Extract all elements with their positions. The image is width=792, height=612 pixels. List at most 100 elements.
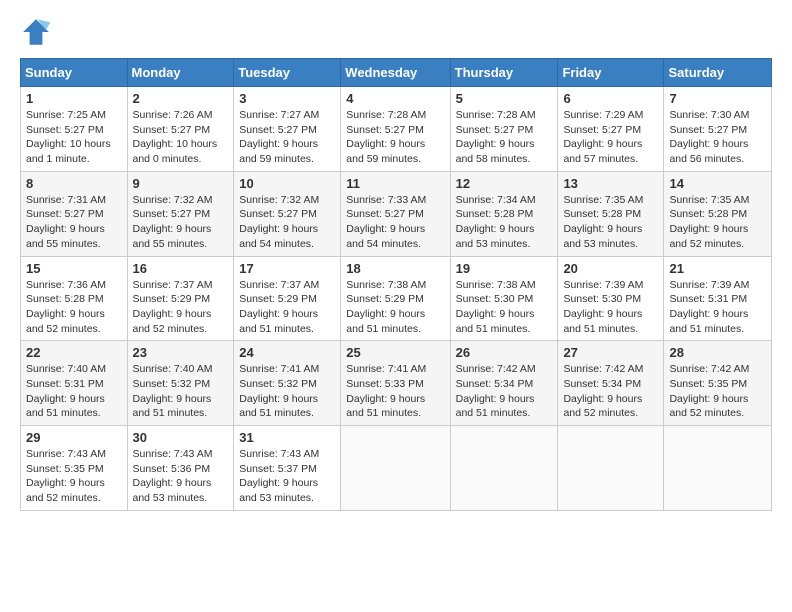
sunrise-label: Sunrise: 7:34 AM	[456, 194, 536, 206]
calendar-cell: 1 Sunrise: 7:25 AM Sunset: 5:27 PM Dayli…	[21, 87, 128, 172]
calendar-cell	[341, 426, 450, 511]
daylight-label: Daylight: 9 hours and 53 minutes.	[563, 223, 642, 250]
daylight-label: Daylight: 9 hours and 52 minutes.	[669, 223, 748, 250]
sunrise-label: Sunrise: 7:36 AM	[26, 279, 106, 291]
sunrise-label: Sunrise: 7:28 AM	[346, 109, 426, 121]
day-number: 9	[133, 176, 229, 191]
sunset-label: Sunset: 5:34 PM	[456, 378, 534, 390]
calendar-cell	[450, 426, 558, 511]
day-info: Sunrise: 7:43 AM Sunset: 5:36 PM Dayligh…	[133, 447, 229, 506]
page-header	[20, 16, 772, 48]
calendar-cell: 6 Sunrise: 7:29 AM Sunset: 5:27 PM Dayli…	[558, 87, 664, 172]
sunrise-label: Sunrise: 7:32 AM	[133, 194, 213, 206]
day-info: Sunrise: 7:43 AM Sunset: 5:37 PM Dayligh…	[239, 447, 335, 506]
daylight-label: Daylight: 9 hours and 58 minutes.	[456, 138, 535, 165]
daylight-label: Daylight: 9 hours and 51 minutes.	[239, 308, 318, 335]
day-info: Sunrise: 7:35 AM Sunset: 5:28 PM Dayligh…	[669, 193, 766, 252]
sunset-label: Sunset: 5:34 PM	[563, 378, 641, 390]
day-info: Sunrise: 7:38 AM Sunset: 5:30 PM Dayligh…	[456, 278, 553, 337]
daylight-label: Daylight: 9 hours and 52 minutes.	[26, 477, 105, 504]
sunset-label: Sunset: 5:27 PM	[239, 124, 317, 136]
calendar-cell: 30 Sunrise: 7:43 AM Sunset: 5:36 PM Dayl…	[127, 426, 234, 511]
day-info: Sunrise: 7:26 AM Sunset: 5:27 PM Dayligh…	[133, 108, 229, 167]
calendar-week-3: 15 Sunrise: 7:36 AM Sunset: 5:28 PM Dayl…	[21, 256, 772, 341]
daylight-label: Daylight: 9 hours and 59 minutes.	[346, 138, 425, 165]
calendar-cell: 27 Sunrise: 7:42 AM Sunset: 5:34 PM Dayl…	[558, 341, 664, 426]
calendar-cell: 19 Sunrise: 7:38 AM Sunset: 5:30 PM Dayl…	[450, 256, 558, 341]
day-number: 4	[346, 91, 444, 106]
calendar-cell: 22 Sunrise: 7:40 AM Sunset: 5:31 PM Dayl…	[21, 341, 128, 426]
day-info: Sunrise: 7:40 AM Sunset: 5:31 PM Dayligh…	[26, 362, 122, 421]
calendar-cell: 4 Sunrise: 7:28 AM Sunset: 5:27 PM Dayli…	[341, 87, 450, 172]
daylight-label: Daylight: 9 hours and 54 minutes.	[239, 223, 318, 250]
sunset-label: Sunset: 5:27 PM	[669, 124, 747, 136]
day-number: 27	[563, 345, 658, 360]
calendar-cell: 26 Sunrise: 7:42 AM Sunset: 5:34 PM Dayl…	[450, 341, 558, 426]
sunrise-label: Sunrise: 7:37 AM	[239, 279, 319, 291]
sunrise-label: Sunrise: 7:35 AM	[669, 194, 749, 206]
calendar-cell: 31 Sunrise: 7:43 AM Sunset: 5:37 PM Dayl…	[234, 426, 341, 511]
calendar-cell: 15 Sunrise: 7:36 AM Sunset: 5:28 PM Dayl…	[21, 256, 128, 341]
logo	[20, 16, 56, 48]
calendar-cell: 28 Sunrise: 7:42 AM Sunset: 5:35 PM Dayl…	[664, 341, 772, 426]
day-number: 3	[239, 91, 335, 106]
calendar-cell: 21 Sunrise: 7:39 AM Sunset: 5:31 PM Dayl…	[664, 256, 772, 341]
sunrise-label: Sunrise: 7:43 AM	[133, 448, 213, 460]
sunrise-label: Sunrise: 7:33 AM	[346, 194, 426, 206]
day-info: Sunrise: 7:42 AM Sunset: 5:34 PM Dayligh…	[456, 362, 553, 421]
day-info: Sunrise: 7:27 AM Sunset: 5:27 PM Dayligh…	[239, 108, 335, 167]
calendar-cell: 8 Sunrise: 7:31 AM Sunset: 5:27 PM Dayli…	[21, 171, 128, 256]
calendar-cell: 13 Sunrise: 7:35 AM Sunset: 5:28 PM Dayl…	[558, 171, 664, 256]
calendar-cell: 25 Sunrise: 7:41 AM Sunset: 5:33 PM Dayl…	[341, 341, 450, 426]
sunrise-label: Sunrise: 7:42 AM	[456, 363, 536, 375]
sunset-label: Sunset: 5:27 PM	[563, 124, 641, 136]
sunrise-label: Sunrise: 7:40 AM	[26, 363, 106, 375]
sunset-label: Sunset: 5:27 PM	[133, 208, 211, 220]
sunset-label: Sunset: 5:29 PM	[239, 293, 317, 305]
sunset-label: Sunset: 5:35 PM	[669, 378, 747, 390]
day-info: Sunrise: 7:29 AM Sunset: 5:27 PM Dayligh…	[563, 108, 658, 167]
sunset-label: Sunset: 5:28 PM	[563, 208, 641, 220]
daylight-label: Daylight: 9 hours and 54 minutes.	[346, 223, 425, 250]
calendar-cell: 3 Sunrise: 7:27 AM Sunset: 5:27 PM Dayli…	[234, 87, 341, 172]
calendar-cell: 12 Sunrise: 7:34 AM Sunset: 5:28 PM Dayl…	[450, 171, 558, 256]
day-info: Sunrise: 7:39 AM Sunset: 5:31 PM Dayligh…	[669, 278, 766, 337]
calendar-week-2: 8 Sunrise: 7:31 AM Sunset: 5:27 PM Dayli…	[21, 171, 772, 256]
weekday-header-thursday: Thursday	[450, 59, 558, 87]
sunrise-label: Sunrise: 7:41 AM	[239, 363, 319, 375]
sunset-label: Sunset: 5:33 PM	[346, 378, 424, 390]
day-number: 21	[669, 261, 766, 276]
day-number: 10	[239, 176, 335, 191]
day-info: Sunrise: 7:35 AM Sunset: 5:28 PM Dayligh…	[563, 193, 658, 252]
daylight-label: Daylight: 9 hours and 51 minutes.	[456, 393, 535, 420]
sunset-label: Sunset: 5:31 PM	[669, 293, 747, 305]
day-info: Sunrise: 7:43 AM Sunset: 5:35 PM Dayligh…	[26, 447, 122, 506]
sunrise-label: Sunrise: 7:25 AM	[26, 109, 106, 121]
day-number: 16	[133, 261, 229, 276]
weekday-header-sunday: Sunday	[21, 59, 128, 87]
weekday-header-saturday: Saturday	[664, 59, 772, 87]
sunset-label: Sunset: 5:29 PM	[346, 293, 424, 305]
sunset-label: Sunset: 5:32 PM	[239, 378, 317, 390]
daylight-label: Daylight: 9 hours and 51 minutes.	[346, 308, 425, 335]
sunrise-label: Sunrise: 7:29 AM	[563, 109, 643, 121]
weekday-header-tuesday: Tuesday	[234, 59, 341, 87]
sunset-label: Sunset: 5:35 PM	[26, 463, 104, 475]
sunrise-label: Sunrise: 7:38 AM	[346, 279, 426, 291]
day-number: 31	[239, 430, 335, 445]
calendar-cell: 2 Sunrise: 7:26 AM Sunset: 5:27 PM Dayli…	[127, 87, 234, 172]
day-info: Sunrise: 7:41 AM Sunset: 5:32 PM Dayligh…	[239, 362, 335, 421]
day-info: Sunrise: 7:32 AM Sunset: 5:27 PM Dayligh…	[239, 193, 335, 252]
sunrise-label: Sunrise: 7:35 AM	[563, 194, 643, 206]
sunset-label: Sunset: 5:31 PM	[26, 378, 104, 390]
day-number: 11	[346, 176, 444, 191]
day-number: 22	[26, 345, 122, 360]
day-info: Sunrise: 7:42 AM Sunset: 5:35 PM Dayligh…	[669, 362, 766, 421]
day-number: 28	[669, 345, 766, 360]
day-number: 18	[346, 261, 444, 276]
sunset-label: Sunset: 5:27 PM	[346, 124, 424, 136]
sunset-label: Sunset: 5:27 PM	[456, 124, 534, 136]
day-number: 26	[456, 345, 553, 360]
day-info: Sunrise: 7:42 AM Sunset: 5:34 PM Dayligh…	[563, 362, 658, 421]
daylight-label: Daylight: 9 hours and 53 minutes.	[456, 223, 535, 250]
